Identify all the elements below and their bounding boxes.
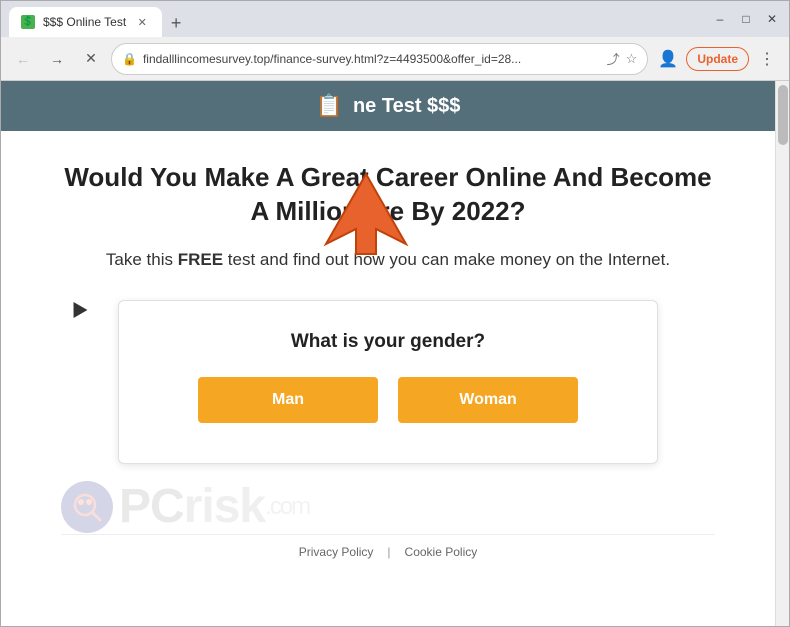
- orange-arrow-icon: [321, 169, 411, 259]
- user-icon[interactable]: 👤: [654, 45, 682, 73]
- close-window-button[interactable]: ✕: [763, 10, 781, 28]
- tab-favicon: 💲: [21, 15, 35, 29]
- forward-button[interactable]: →: [43, 45, 71, 73]
- bookmark-icon[interactable]: ☆: [626, 51, 638, 67]
- watermark: PC risk .com: [61, 464, 715, 534]
- survey-card: What is your gender? Man Woman: [118, 300, 658, 464]
- scrollbar-thumb[interactable]: [778, 85, 788, 145]
- maximize-button[interactable]: □: [737, 10, 755, 28]
- footer-divider: |: [387, 545, 390, 559]
- active-tab[interactable]: 💲 $$$ Online Test ✕: [9, 7, 162, 37]
- woman-button[interactable]: Woman: [398, 377, 578, 423]
- site-title: ne Test $$$: [353, 95, 460, 118]
- window-controls: – □ ✕: [711, 10, 781, 28]
- free-text: FREE: [178, 250, 223, 269]
- page-content: 📋 ne Test $$$ Would You Make A Great Car…: [1, 81, 775, 626]
- browser-window: 💲 $$$ Online Test ✕ + – □ ✕ ← → ✕ 🔒 find…: [0, 0, 790, 627]
- gender-buttons: Man Woman: [159, 377, 617, 423]
- minimize-button[interactable]: –: [711, 10, 729, 28]
- site-footer: Privacy Policy | Cookie Policy: [61, 534, 715, 569]
- man-button[interactable]: Man: [198, 377, 378, 423]
- toolbar-actions: 👤 Update ⋮: [654, 45, 781, 73]
- menu-button[interactable]: ⋮: [753, 45, 781, 73]
- new-tab-button[interactable]: +: [162, 9, 190, 37]
- site-icon: 📋: [316, 93, 343, 119]
- footer-links: Privacy Policy | Cookie Policy: [81, 545, 695, 559]
- back-button[interactable]: ←: [9, 45, 37, 73]
- tab-close-button[interactable]: ✕: [134, 14, 150, 30]
- toolbar: ← → ✕ 🔒 findalllincomesurvey.top/finance…: [1, 37, 789, 81]
- content-area: 📋 ne Test $$$ Would You Make A Great Car…: [1, 81, 789, 626]
- tab-strip: 💲 $$$ Online Test ✕ +: [9, 1, 707, 37]
- privacy-policy-link[interactable]: Privacy Policy: [299, 545, 374, 559]
- update-button[interactable]: Update: [686, 47, 749, 71]
- tab-title: $$$ Online Test: [43, 15, 126, 29]
- address-text: findalllincomesurvey.top/finance-survey.…: [143, 52, 601, 66]
- lock-icon: 🔒: [122, 52, 137, 66]
- arrow-overlay: [321, 169, 411, 264]
- title-bar: 💲 $$$ Online Test ✕ + – □ ✕: [1, 1, 789, 37]
- cookie-policy-link[interactable]: Cookie Policy: [405, 545, 478, 559]
- scrollbar[interactable]: [775, 81, 789, 626]
- address-bar[interactable]: 🔒 findalllincomesurvey.top/finance-surve…: [111, 43, 648, 75]
- survey-question: What is your gender?: [159, 331, 617, 353]
- mouse-cursor: [67, 298, 88, 318]
- site-header: 📋 ne Test $$$: [1, 81, 775, 131]
- share-icon: ⤴: [607, 49, 620, 68]
- pcrisk-logo: PC risk .com: [61, 479, 309, 534]
- pcrisk-icon: [61, 481, 113, 533]
- reload-button[interactable]: ✕: [77, 45, 105, 73]
